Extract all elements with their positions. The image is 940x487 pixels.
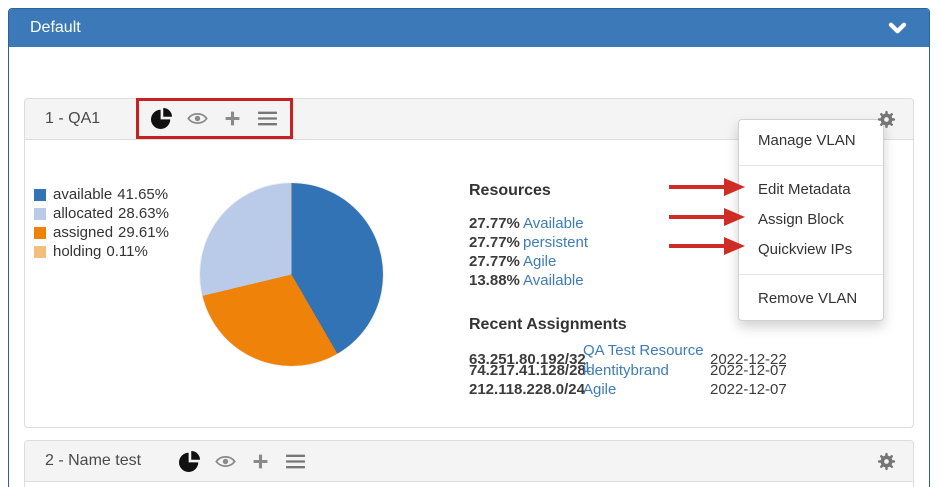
- assignment-resource-link[interactable]: Agile: [583, 381, 710, 398]
- eye-icon[interactable]: [215, 454, 236, 469]
- legend-value: 29.61%: [118, 224, 169, 241]
- pie-legend: available 41.65% allocated 28.63% assign…: [34, 185, 169, 261]
- assignment-cidr: 212.118.228.0/24: [469, 381, 583, 398]
- chevron-down-icon[interactable]: [888, 21, 907, 35]
- legend-value: 0.11%: [106, 243, 147, 260]
- legend-label: allocated: [53, 205, 113, 222]
- plus-icon[interactable]: [223, 109, 242, 128]
- assignment-date: 2022-12-07: [710, 381, 787, 398]
- eye-icon[interactable]: [187, 111, 208, 126]
- gear-icon[interactable]: [876, 451, 897, 472]
- assignment-date: 2022-12-07: [710, 362, 787, 379]
- legend-swatch-holding: [34, 246, 46, 258]
- resource-link[interactable]: Available: [523, 272, 584, 289]
- menu-icon[interactable]: [285, 453, 306, 470]
- assignment-cidr: 74.217.41.128/28: [469, 362, 583, 379]
- resource-pct: 13.88%: [469, 272, 523, 289]
- vlan-panel-2-toolbar: [167, 441, 318, 482]
- utilization-pie-chart: [200, 183, 383, 366]
- recent-assignments-list: 63.251.80.192/32 QA Test Resource 1 2022…: [469, 342, 787, 399]
- menu-item-assign-block[interactable]: Assign Block: [739, 205, 883, 235]
- vlan-panel-1-title: 1 - QA1: [45, 110, 100, 128]
- annotation-arrow-assign-block: [669, 208, 745, 226]
- pie-chart-icon[interactable]: [151, 108, 172, 129]
- menu-item-quickview-ips[interactable]: Quickview IPs: [739, 235, 883, 265]
- legend-item: holding 0.11%: [34, 242, 169, 261]
- group-header[interactable]: Default: [9, 9, 929, 47]
- legend-label: assigned: [53, 224, 113, 241]
- vlan-panel-1-toolbar-highlight-box: [136, 98, 293, 139]
- annotation-arrow-quickview-ips: [669, 237, 745, 255]
- menu-divider: [739, 165, 883, 166]
- resource-pct: 27.77%: [469, 253, 523, 270]
- legend-item: assigned 29.61%: [34, 223, 169, 242]
- resource-link[interactable]: Available: [523, 215, 584, 232]
- menu-item-manage-vlan[interactable]: Manage VLAN: [739, 126, 883, 156]
- legend-item: available 41.65%: [34, 185, 169, 204]
- legend-item: allocated 28.63%: [34, 204, 169, 223]
- menu-item-remove-vlan[interactable]: Remove VLAN: [739, 284, 883, 314]
- vlan-panel-2: 2 - Name test: [24, 440, 914, 487]
- pie-chart-icon[interactable]: [179, 451, 200, 472]
- vlan-panel-2-title: 2 - Name test: [45, 452, 141, 470]
- group-title: Default: [30, 19, 81, 37]
- assignment-row: 74.217.41.128/28 identitybrand 2022-12-0…: [469, 361, 787, 380]
- assignment-row: 212.118.228.0/24 Agile 2022-12-07: [469, 380, 787, 399]
- plus-icon[interactable]: [251, 452, 270, 471]
- menu-icon[interactable]: [257, 110, 278, 127]
- legend-label: holding: [53, 243, 101, 260]
- legend-value: 28.63%: [118, 205, 169, 222]
- resource-pct: 27.77%: [469, 234, 523, 251]
- vlan-panel-2-header: 2 - Name test: [25, 441, 913, 482]
- assignment-resource-link[interactable]: identitybrand: [583, 362, 710, 379]
- resource-link[interactable]: persistent: [523, 234, 588, 251]
- menu-divider: [739, 274, 883, 275]
- menu-item-edit-metadata[interactable]: Edit Metadata: [739, 175, 883, 205]
- vlan-actions-menu: Manage VLAN Edit Metadata Assign Block Q…: [738, 119, 884, 321]
- assignment-row: 63.251.80.192/32 QA Test Resource 1 2022…: [469, 342, 787, 361]
- legend-swatch-allocated: [34, 208, 46, 220]
- resource-link[interactable]: Agile: [523, 253, 556, 270]
- legend-swatch-available: [34, 189, 46, 201]
- legend-value: 41.65%: [117, 186, 168, 203]
- resource-pct: 27.77%: [469, 215, 523, 232]
- vlan-panel-2-body: [25, 482, 913, 487]
- gear-icon[interactable]: [876, 109, 897, 130]
- legend-swatch-assigned: [34, 227, 46, 239]
- legend-label: available: [53, 186, 112, 203]
- annotation-arrow-edit-metadata: [669, 178, 745, 196]
